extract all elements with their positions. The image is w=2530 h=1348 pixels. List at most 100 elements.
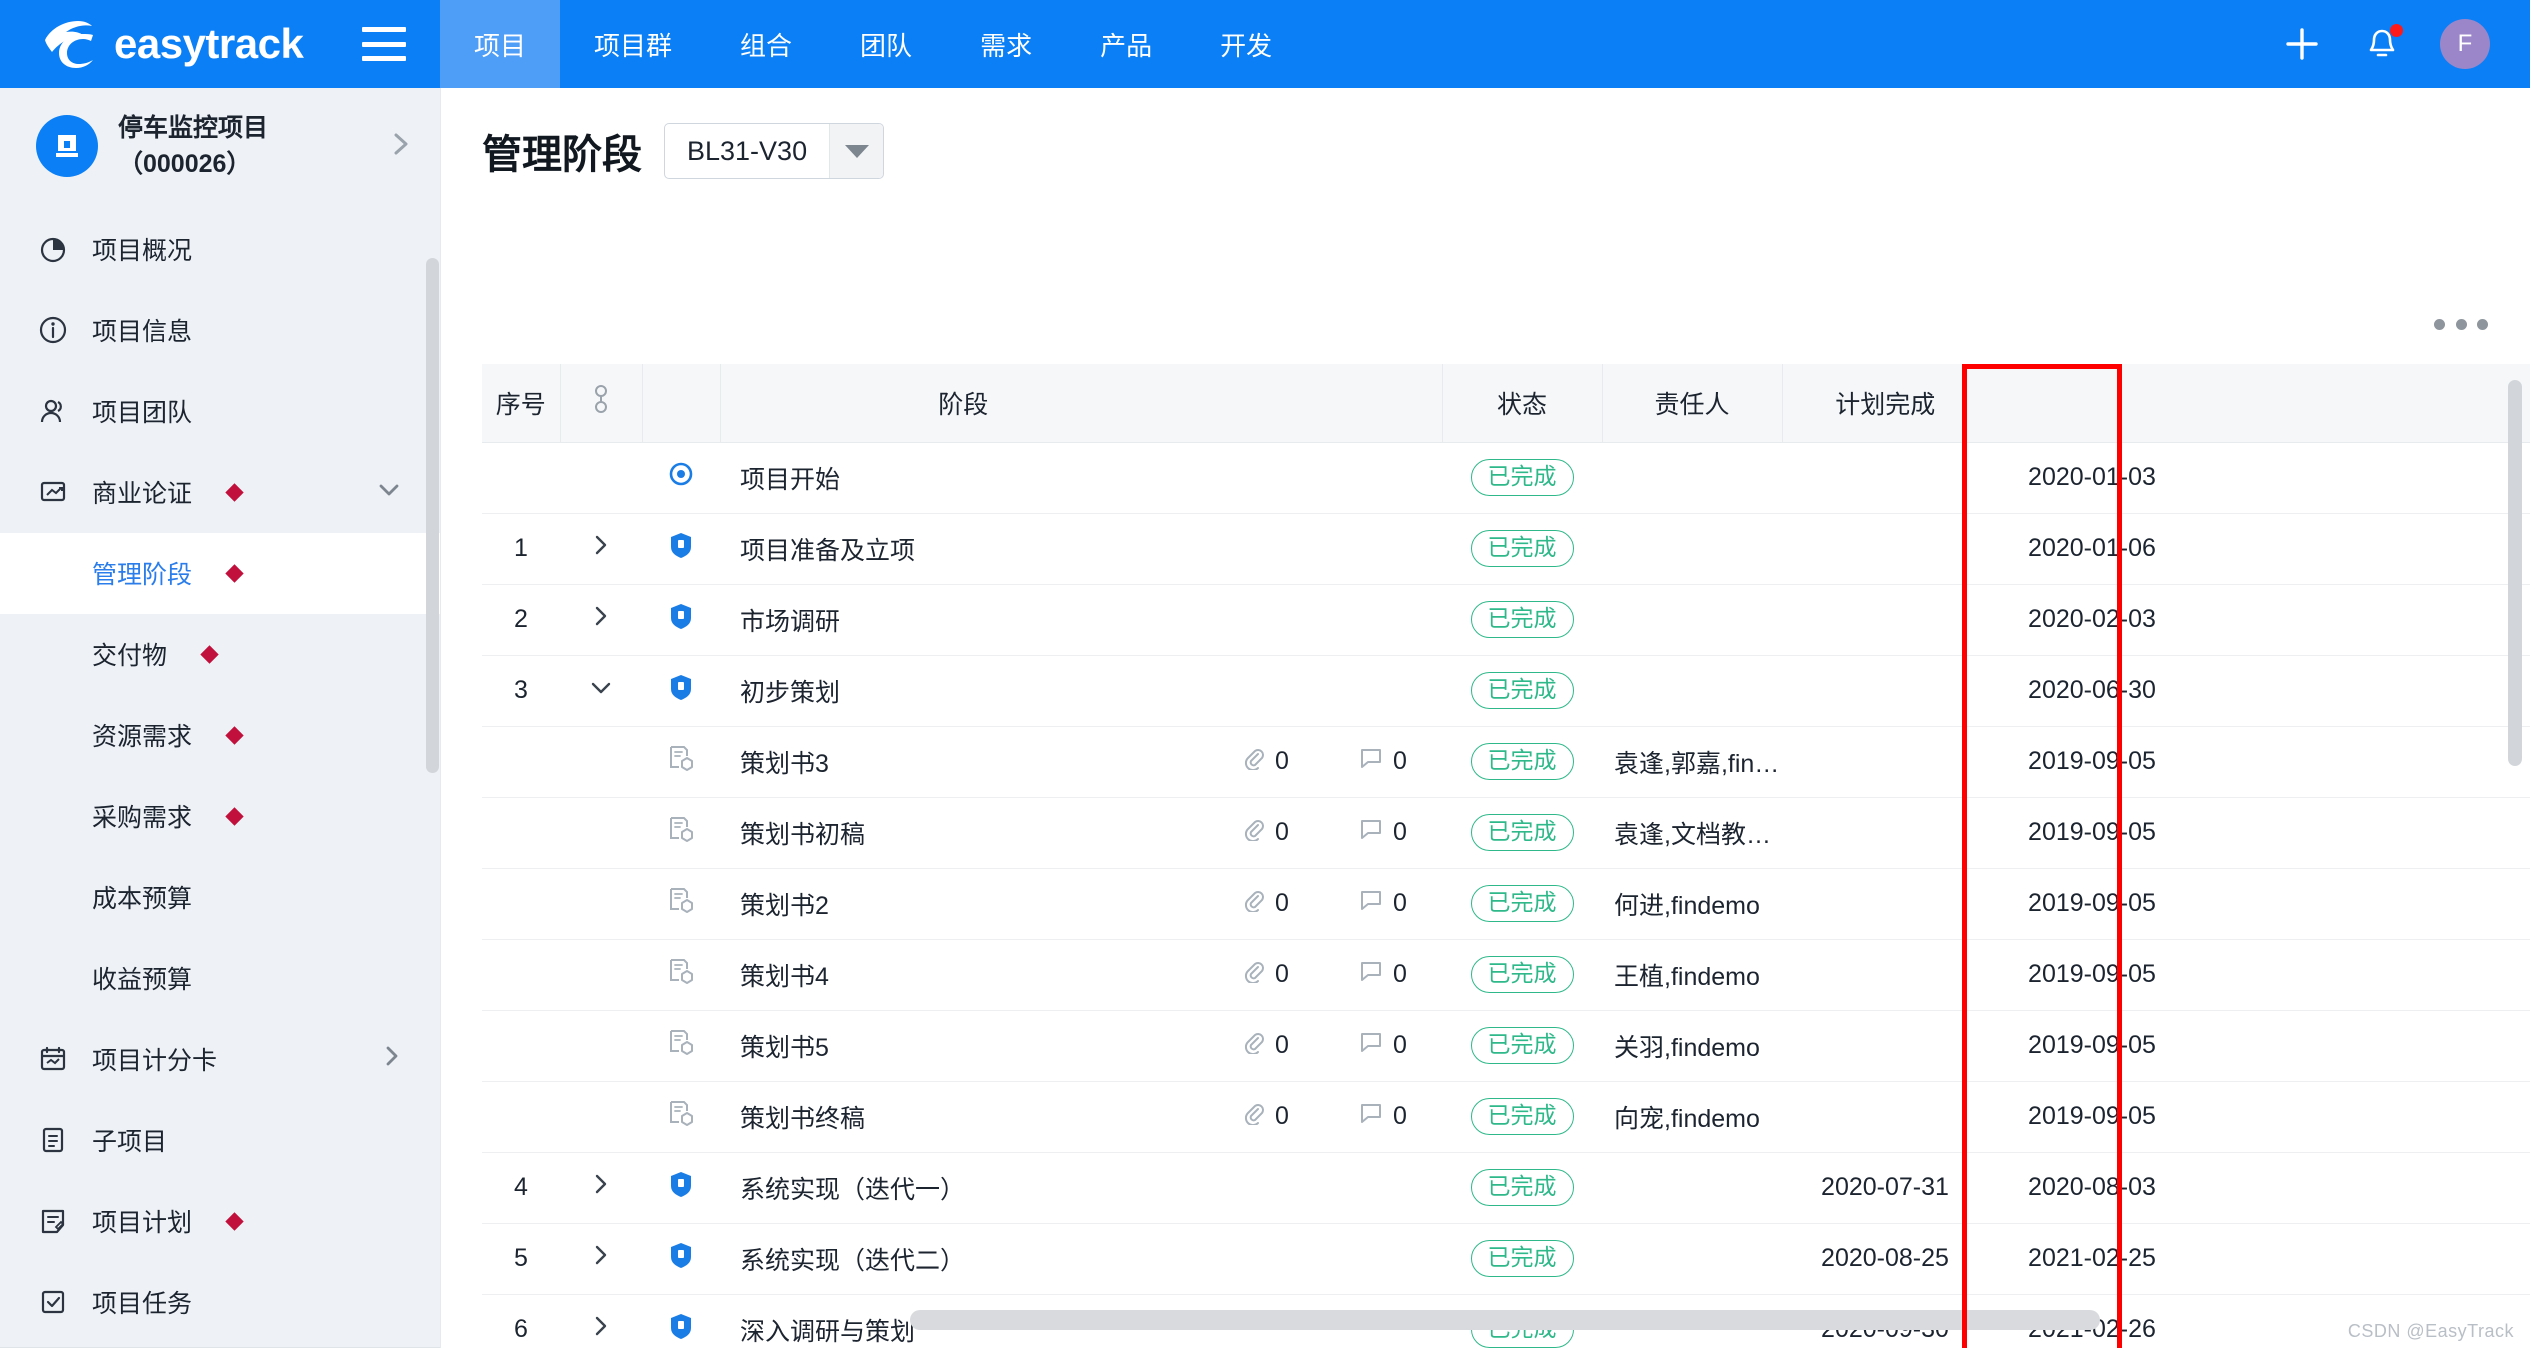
sidebar-item-label: 项目信息 [92, 318, 193, 346]
sidebar-item-benefit-budget[interactable]: 收益预算 [0, 938, 440, 1019]
chevron-down-icon[interactable] [376, 478, 402, 507]
cell-name[interactable]: 系统实现（迭代二） [720, 1223, 1206, 1295]
table-row[interactable]: 项目开始 已完成 2020-01-03 [482, 442, 2530, 514]
table-row[interactable]: 1 项目准备及立项 已完成 2020-01-06 [482, 513, 2530, 585]
hamburger-icon[interactable] [362, 27, 406, 61]
nav-tab-development[interactable]: 开发 [1186, 0, 1306, 88]
cell-expand[interactable] [560, 1152, 642, 1224]
plus-icon[interactable] [2280, 22, 2324, 66]
baseline-select[interactable]: BL31-V30 [664, 123, 885, 179]
table-row[interactable]: 5 系统实现（迭代二） 已完成 2020-08-25 2021-02-25 [482, 1223, 2530, 1295]
cell-seq [482, 1010, 560, 1082]
sidebar-item-cost-budget[interactable]: 成本预算 [0, 857, 440, 938]
sidebar-item-scorecard[interactable]: 项目计分卡 [0, 1019, 440, 1100]
brand-logo[interactable]: easytrack [0, 0, 440, 88]
table-row[interactable]: 策划书3 0 0 已完成 袁逢,郭嘉,finde... 2019-09-05 [482, 726, 2530, 798]
cell-plan-2: 2020-01-03 [1988, 442, 2196, 514]
table-row[interactable]: 策划书5 0 0 已完成 关羽,findemo 2019-09-05 [482, 1010, 2530, 1082]
cell-comment: 0 [1324, 797, 1442, 869]
sidebar-item-team[interactable]: 项目团队 [0, 371, 440, 452]
chevron-right-icon[interactable] [382, 1043, 402, 1076]
table-vertical-scrollbar[interactable] [2508, 380, 2522, 766]
scorecard-icon [36, 1042, 70, 1076]
cell-name[interactable]: 项目准备及立项 [720, 513, 1206, 585]
cell-name[interactable]: 策划书3 [720, 726, 1206, 798]
table-row[interactable]: 策划书初稿 0 0 已完成 袁逢,文档教程... 2019-09-05 [482, 797, 2530, 869]
cell-expand[interactable] [560, 1294, 642, 1348]
nav-tab-programs[interactable]: 项目群 [560, 0, 706, 88]
cell-name[interactable]: 系统实现（迭代一） [720, 1152, 1206, 1224]
cell-comment [1324, 1223, 1442, 1295]
cell-tail [2196, 513, 2530, 585]
cell-name[interactable]: 策划书2 [720, 868, 1206, 940]
cell-attach: 0 [1206, 939, 1324, 1011]
chevron-right-icon[interactable] [388, 129, 414, 164]
cell-comment: 0 [1324, 726, 1442, 798]
attachment-icon [1241, 746, 1265, 777]
th-status[interactable]: 状态 [1441, 364, 1602, 443]
table-row[interactable]: 3 初步策划 已完成 2020-06-30 [482, 655, 2530, 727]
nav-tab-portfolio[interactable]: 组合 [706, 0, 826, 88]
table-row[interactable]: 策划书2 0 0 已完成 何进,findemo 2019-09-05 [482, 868, 2530, 940]
cell-expand [560, 442, 642, 514]
cell-plan-2: 2019-09-05 [1988, 868, 2196, 940]
sidebar-item-procurement-demand[interactable]: 采购需求 [0, 776, 440, 857]
sidebar-project-header[interactable]: 停车监控项目（000026） [0, 88, 440, 205]
sidebar-item-info[interactable]: 项目信息 [0, 290, 440, 371]
chevron-right-icon[interactable] [591, 1174, 611, 1203]
sidebar-item-management-stage[interactable]: 管理阶段 [0, 532, 440, 614]
cell-name[interactable]: 项目开始 [720, 442, 1206, 514]
sidebar-item-deliverables[interactable]: 交付物 [0, 614, 440, 695]
th-name[interactable]: 阶段 [719, 364, 1206, 443]
cell-expand[interactable] [560, 513, 642, 585]
table-row[interactable]: 策划书4 0 0 已完成 王植,findemo 2019-09-05 [482, 939, 2530, 1011]
chevron-right-icon[interactable] [591, 606, 611, 635]
chevron-right-icon[interactable] [591, 535, 611, 564]
sidebar-item-subprojects[interactable]: 子项目 [0, 1100, 440, 1181]
cell-name[interactable]: 市场调研 [720, 584, 1206, 656]
cell-expand[interactable] [560, 584, 642, 656]
avatar[interactable]: F [2440, 19, 2490, 69]
th-seq[interactable]: 序号 [482, 364, 560, 443]
sidebar-item-overview[interactable]: 项目概况 [0, 209, 440, 290]
cell-expand[interactable] [560, 655, 642, 727]
cell-status: 已完成 [1442, 1081, 1602, 1153]
cell-name[interactable]: 策划书4 [720, 939, 1206, 1011]
th-plan-finish[interactable]: 计划完成 [1781, 364, 1988, 443]
chevron-right-icon[interactable] [591, 1245, 611, 1274]
table-row[interactable]: 策划书终稿 0 0 已完成 向宠,findemo 2019-09-05 [482, 1081, 2530, 1153]
cell-attach [1206, 513, 1324, 585]
cell-plan [1782, 1081, 1988, 1153]
nav-tab-team[interactable]: 团队 [826, 0, 946, 88]
table-row[interactable]: 4 系统实现（迭代一） 已完成 2020-07-31 2020-08-03 [482, 1152, 2530, 1224]
nav-tab-requirements[interactable]: 需求 [946, 0, 1066, 88]
cell-plan-2: 2020-01-06 [1988, 513, 2196, 585]
cell-name[interactable]: 初步策划 [720, 655, 1206, 727]
table-row[interactable]: 2 市场调研 已完成 2020-02-03 [482, 584, 2530, 656]
chevron-down-icon[interactable] [588, 676, 614, 704]
more-options-icon[interactable] [2434, 310, 2488, 338]
nav-tab-projects[interactable]: 项目 [440, 0, 561, 88]
nav-tab-product[interactable]: 产品 [1066, 0, 1186, 88]
stage-icon [667, 604, 695, 637]
chevron-right-icon[interactable] [591, 1316, 611, 1345]
cell-expand [560, 1010, 642, 1082]
sidebar-scrollbar[interactable] [426, 258, 439, 773]
th-owner[interactable]: 责任人 [1601, 364, 1782, 443]
cell-comment [1324, 1152, 1442, 1224]
cell-name[interactable]: 策划书终稿 [720, 1081, 1206, 1153]
cell-tail [2196, 868, 2530, 940]
sidebar-item-project-plan[interactable]: 项目计划 [0, 1181, 440, 1262]
cell-seq: 5 [482, 1223, 560, 1295]
cell-expand[interactable] [560, 1223, 642, 1295]
bell-icon[interactable] [2360, 22, 2404, 66]
cell-name[interactable]: 策划书初稿 [720, 797, 1206, 869]
sidebar-item-resource-demand[interactable]: 资源需求 [0, 695, 440, 776]
table-horizontal-scrollbar[interactable] [910, 1310, 2100, 1330]
cell-name[interactable]: 策划书5 [720, 1010, 1206, 1082]
sidebar-item-project-tasks[interactable]: 项目任务 [0, 1262, 440, 1343]
sidebar-item-business-case[interactable]: 商业论证 [0, 452, 440, 533]
watermark: CSDN @EasyTrack [2347, 1321, 2514, 1341]
comment-icon [1359, 888, 1383, 919]
cell-seq: 6 [482, 1294, 560, 1348]
